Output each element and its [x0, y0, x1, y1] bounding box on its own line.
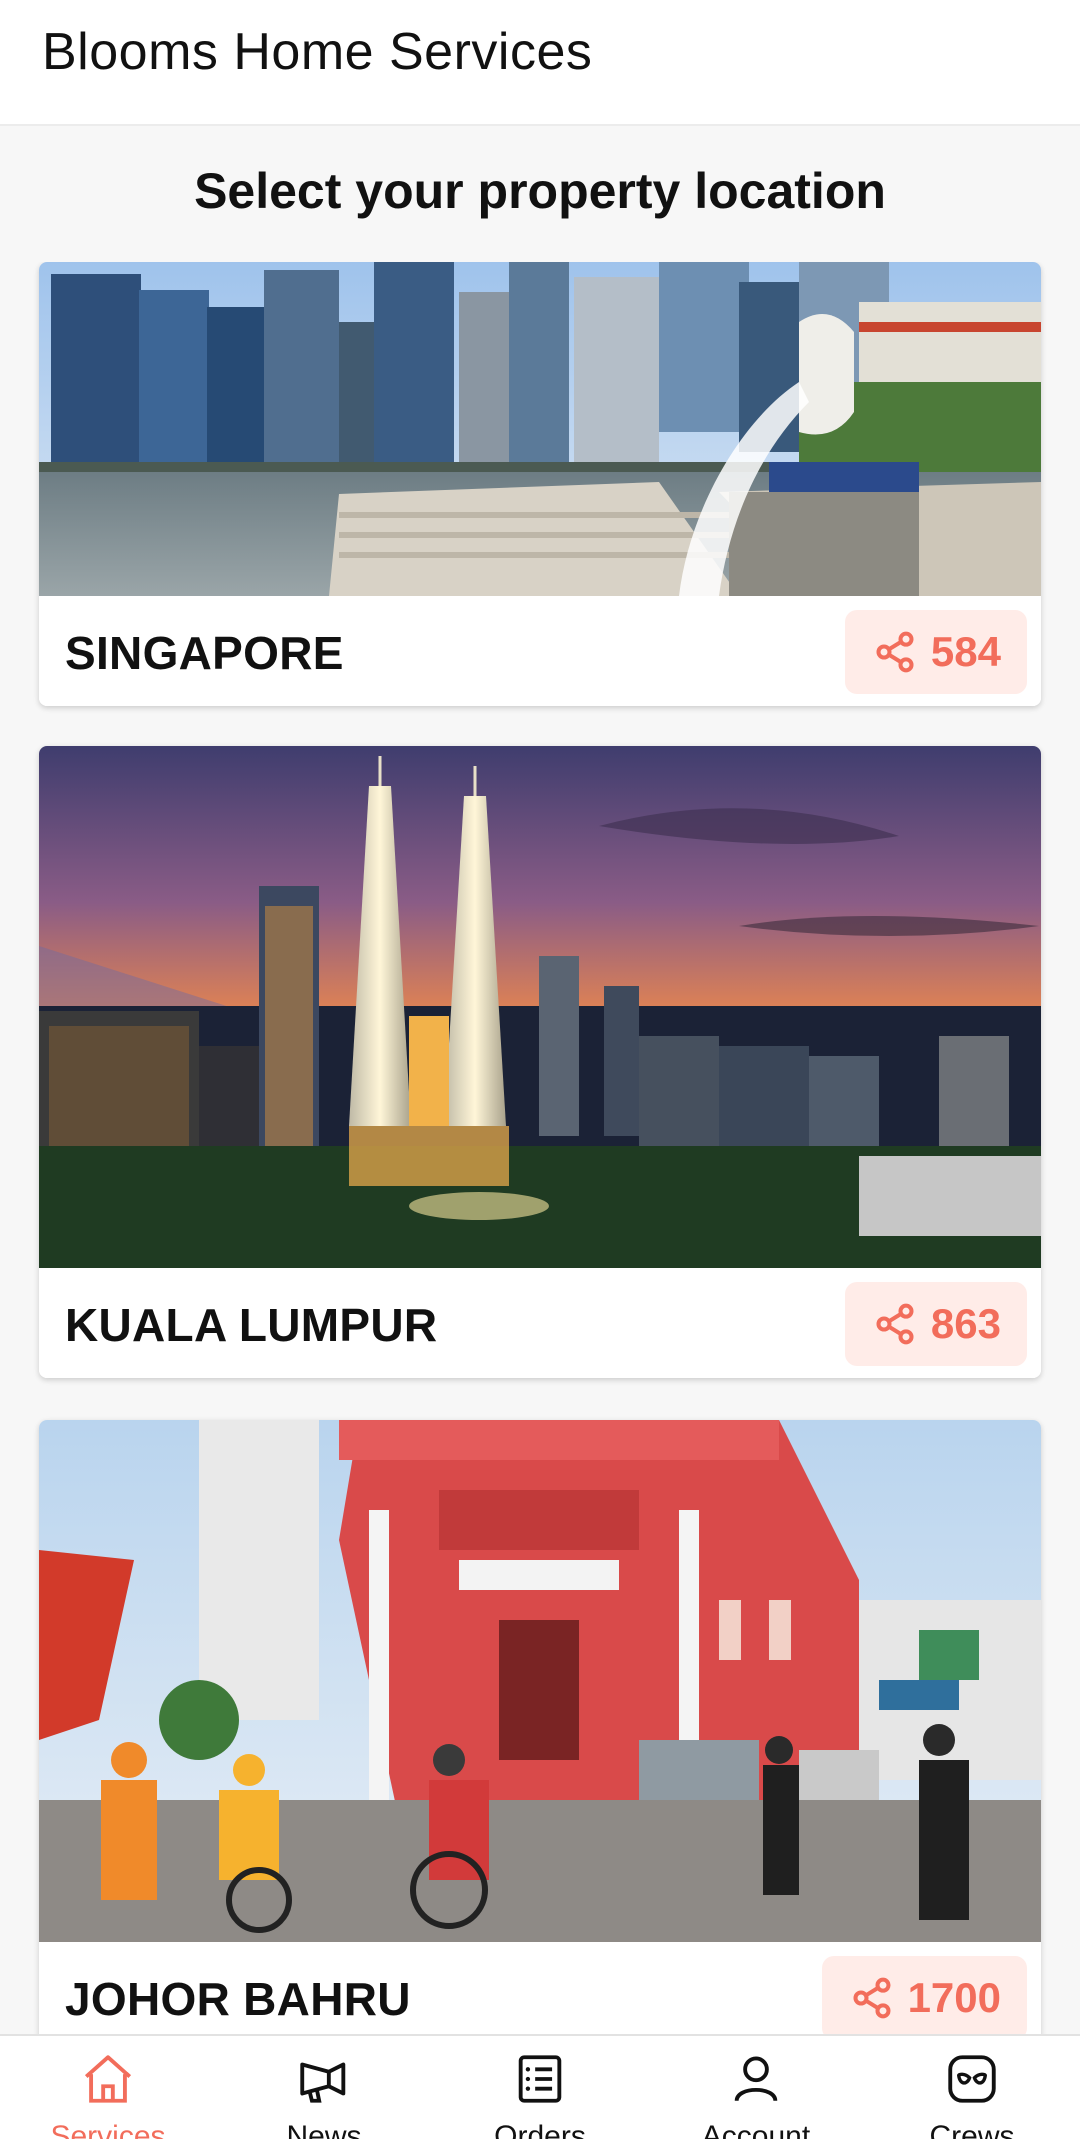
page-heading: Select your property location: [194, 163, 886, 219]
nav-label: Account: [701, 2120, 811, 2139]
share-button[interactable]: 863: [844, 1282, 1027, 1366]
app-title: Blooms Home Services: [42, 23, 593, 81]
crews-icon: [948, 2055, 996, 2103]
share-count: 1700: [907, 1974, 1001, 2021]
nav-item-crews[interactable]: Crews: [864, 2050, 1080, 2139]
nav-item-orders[interactable]: Orders: [432, 2050, 648, 2139]
location-footer-kuala-lumpur: KUALA LUMPUR 863: [39, 1268, 1041, 1378]
share-button[interactable]: 584: [844, 610, 1027, 694]
location-footer-singapore: SINGAPORE 584: [39, 596, 1041, 706]
list-icon: [518, 2055, 562, 2103]
nav-item-services[interactable]: Services: [0, 2050, 216, 2139]
share-icon: [853, 1977, 891, 2019]
app-header: Blooms Home Services: [0, 0, 1080, 126]
share-count: 584: [930, 628, 1001, 675]
share-button[interactable]: 1700: [821, 1956, 1027, 2034]
location-image-johor-bahru: [39, 1420, 1041, 1942]
location-name: KUALA LUMPUR: [65, 1299, 438, 1351]
nav-label: Orders: [494, 2120, 586, 2139]
share-icon: [876, 1303, 914, 1345]
location-card-singapore[interactable]: SINGAPORE 584: [39, 262, 1041, 706]
home-icon: [84, 2055, 132, 2103]
nav-label: News: [286, 2120, 362, 2139]
share-count: 863: [930, 1300, 1001, 1347]
user-icon: [734, 2056, 778, 2102]
nav-item-news[interactable]: News: [216, 2050, 432, 2139]
location-name: JOHOR BAHRU: [65, 1973, 411, 2025]
location-name: SINGAPORE: [65, 627, 344, 679]
location-list[interactable]: SINGAPORE 584 KUALA LUMPUR 863 JOHOR BAH…: [0, 262, 1080, 2034]
location-card-johor-bahru[interactable]: JOHOR BAHRU 1700: [39, 1420, 1041, 2034]
megaphone-icon: [300, 2062, 346, 2103]
location-image-kuala-lumpur: [39, 746, 1041, 1268]
nav-label: Crews: [929, 2120, 1015, 2139]
nav-label: Services: [50, 2120, 166, 2139]
nav-item-account[interactable]: Account: [648, 2050, 864, 2139]
share-icon: [876, 631, 914, 673]
location-footer-johor-bahru: JOHOR BAHRU 1700: [39, 1942, 1041, 2034]
location-card-kuala-lumpur[interactable]: KUALA LUMPUR 863: [39, 746, 1041, 1378]
bottom-nav: Services News Orders Account Crews: [0, 2034, 1080, 2139]
location-image-singapore: [39, 262, 1041, 596]
